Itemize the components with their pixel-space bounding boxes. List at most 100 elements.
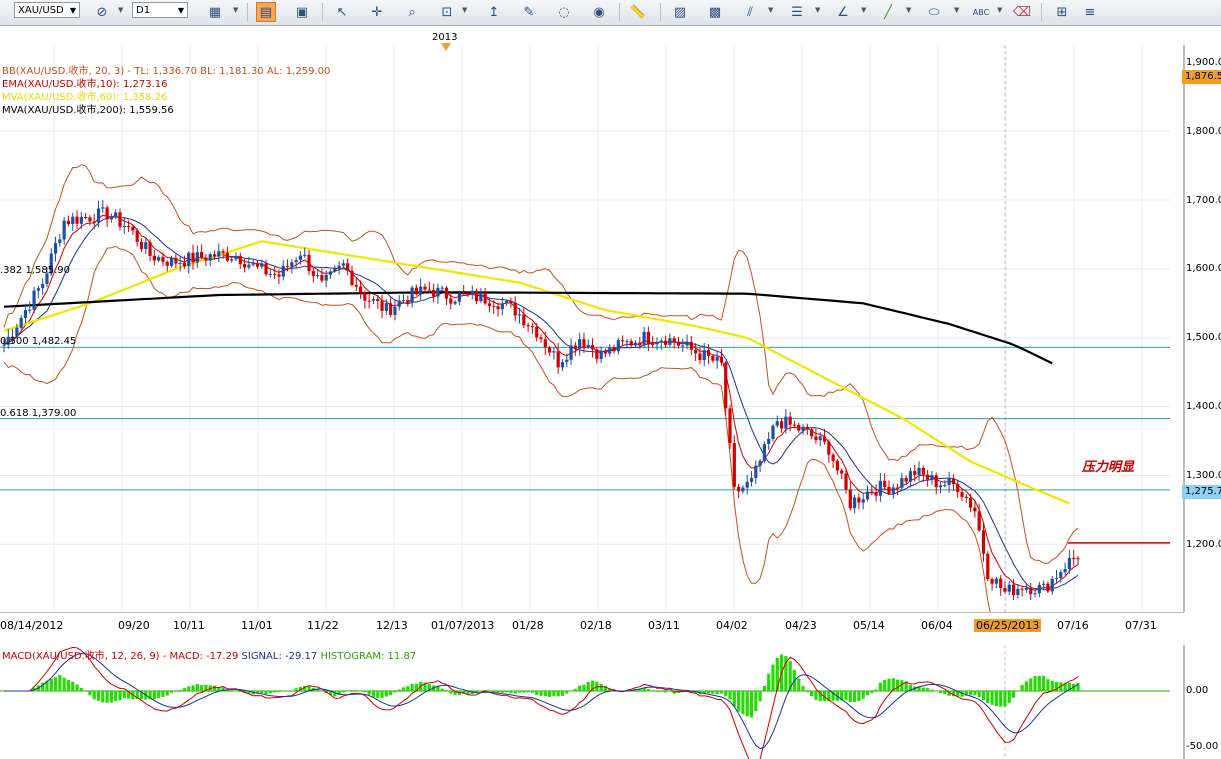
crosshair-icon[interactable]: ✛: [367, 2, 387, 22]
date-axis: 08/14/2012 09/20 10/11 11/01 11/22 12/13…: [0, 612, 1184, 636]
ellipse-icon[interactable]: ⬭: [924, 2, 944, 22]
macd-histogram-bar: [977, 691, 981, 698]
candle-body: [139, 241, 144, 250]
candle-body: [642, 331, 646, 346]
macd-histogram-bar: [943, 691, 947, 695]
candle-body: [1033, 593, 1037, 595]
chevron-down-icon[interactable]: ▼: [815, 6, 820, 14]
candle-body: [831, 454, 835, 461]
macd-histogram-bar: [513, 691, 517, 694]
zoom-icon[interactable]: ⌕: [402, 2, 422, 22]
macd-histogram-bar: [109, 691, 113, 703]
candle-body: [565, 359, 569, 363]
cursor-icon[interactable]: ↖: [332, 2, 352, 22]
link-icon[interactable]: ⊘: [92, 2, 112, 22]
line-icon[interactable]: ╱: [878, 2, 898, 22]
candle-body: [414, 287, 419, 295]
trend-line-icon[interactable]: ↥: [484, 2, 504, 22]
candle-body: [453, 301, 457, 304]
date-label-highlight: 06/25/2013: [974, 619, 1042, 632]
macd-histogram-bar: [230, 690, 234, 691]
chevron-down-icon[interactable]: ▼: [861, 6, 866, 14]
macd-histogram-bar: [728, 691, 732, 700]
candle-body: [560, 362, 565, 368]
candle-body: [994, 578, 998, 584]
chevron-down-icon[interactable]: ▼: [954, 6, 959, 14]
candle-body: [212, 254, 217, 257]
candle-body: [711, 355, 715, 361]
macd-histogram-bar: [578, 685, 582, 691]
candle-body: [371, 299, 376, 301]
candle-body: [990, 579, 994, 584]
candle-body: [247, 264, 251, 268]
candle-body: [19, 317, 23, 328]
text-icon[interactable]: ABC: [971, 2, 991, 22]
candle-body: [861, 499, 865, 503]
candle-body: [986, 553, 990, 580]
macd-histogram-bar: [883, 680, 887, 691]
candle-body: [526, 325, 530, 327]
chevron-down-icon[interactable]: ▼: [118, 6, 123, 14]
candle-body: [217, 251, 221, 257]
candle-body: [956, 484, 960, 493]
macd-canvas[interactable]: [0, 645, 1170, 759]
indicator-icon[interactable]: ▣: [292, 2, 312, 22]
candle-body: [702, 350, 706, 360]
candle-body: [844, 473, 848, 490]
candle-body: [1029, 587, 1033, 595]
timeframe-select[interactable]: D1 ▼: [132, 2, 188, 18]
candle-body: [556, 351, 560, 368]
macd-histogram-bar: [449, 691, 453, 694]
candle-body: [58, 239, 62, 244]
chevron-down-icon[interactable]: ▼: [906, 6, 911, 14]
candle-body: [1011, 584, 1016, 596]
globe-icon[interactable]: ◉: [589, 2, 609, 22]
more-icon[interactable]: ≡: [1080, 2, 1100, 22]
candle-body: [663, 340, 668, 345]
price-chart[interactable]: BB(XAU/USD.收市, 20, 3) - TL: 1,336.70 BL:…: [0, 45, 1170, 612]
macd-histogram-bar: [96, 691, 101, 701]
candle-body: [822, 436, 827, 442]
candle-body: [973, 507, 977, 512]
symbol-select[interactable]: XAU/USD ▼: [14, 2, 80, 18]
candle-body: [487, 303, 492, 307]
price-axis: 1,900.0 1,876.5 1,800.0 1,700.0 1,600.0 …: [1170, 45, 1221, 612]
zoom-fit-icon[interactable]: ⊡: [437, 2, 457, 22]
chevron-down-icon[interactable]: ▼: [997, 6, 1002, 14]
macd-histogram-bar: [659, 691, 663, 692]
price-tag-current: 1,275.7: [1182, 485, 1221, 499]
candle-body: [749, 477, 754, 482]
screenshot-icon[interactable]: ▩: [705, 2, 725, 22]
macd-panel[interactable]: MACD(XAU/USD.收市, 12, 26, 9) - MACD: -17.…: [0, 645, 1170, 759]
bar-chart-icon[interactable]: ▤: [256, 2, 276, 22]
chart-type-icon[interactable]: ▦: [205, 2, 225, 22]
ruler-icon[interactable]: 📏: [628, 2, 648, 22]
candle-body: [204, 257, 208, 261]
candle-body: [423, 286, 427, 290]
annotation-icon[interactable]: ✎: [519, 2, 539, 22]
macd-histogram-bar: [105, 691, 109, 703]
fibonacci-icon[interactable]: ⫽: [740, 2, 760, 22]
price-chart-canvas[interactable]: [0, 45, 1170, 612]
candle-body: [891, 487, 895, 494]
candle-body: [779, 421, 784, 429]
candle-body: [182, 262, 187, 267]
macd-histogram-bar: [1020, 684, 1024, 691]
candle-body: [281, 265, 285, 277]
draw-line-icon[interactable]: ☰: [787, 2, 807, 22]
pen-icon[interactable]: ∠: [833, 2, 853, 22]
candle-body: [200, 252, 204, 258]
macd-histogram-bar: [732, 691, 736, 707]
image-icon[interactable]: ▨: [670, 2, 690, 22]
chevron-down-icon[interactable]: ▼: [462, 6, 467, 14]
candle-body: [62, 220, 66, 240]
eraser-icon[interactable]: ⌫: [1012, 2, 1032, 22]
magnet-icon[interactable]: ◌: [554, 2, 574, 22]
macd-histogram-bar: [367, 691, 371, 695]
hierarchy-icon[interactable]: ⊞: [1052, 2, 1072, 22]
candle-body: [298, 255, 303, 261]
chevron-down-icon[interactable]: ▼: [233, 6, 238, 14]
fib-label-618: 0.618 1,379.00: [0, 408, 77, 419]
macd-histogram-bar: [320, 691, 324, 692]
chevron-down-icon[interactable]: ▼: [768, 6, 773, 14]
